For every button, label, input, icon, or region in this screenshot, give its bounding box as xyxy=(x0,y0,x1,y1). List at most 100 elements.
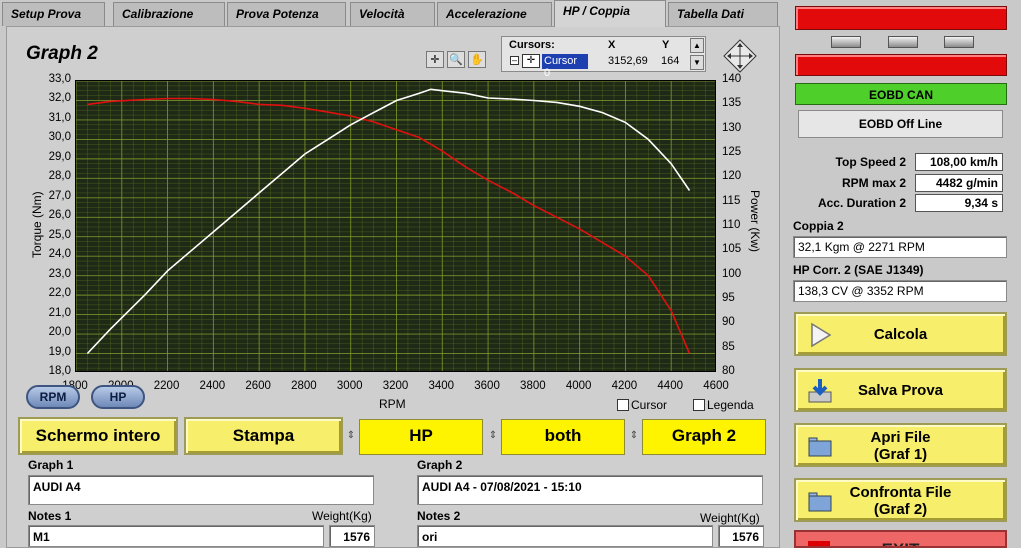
y-left-tick-label: 20,0 xyxy=(48,326,71,339)
exit-button[interactable]: EXIT xyxy=(794,530,1007,548)
y-left-tick-label: 29,0 xyxy=(48,150,71,163)
rpm-axis-button[interactable]: RPM xyxy=(26,385,80,409)
status-led-red-top xyxy=(795,6,1007,30)
y-right-tick-label: 135 xyxy=(722,97,742,110)
indicator-led xyxy=(831,36,861,48)
graph2-field[interactable]: AUDI A4 - 07/08/2021 - 15:10 xyxy=(417,475,763,505)
pan-hand-icon[interactable]: ✋ xyxy=(468,51,486,68)
tab-prova-potenza[interactable]: Prova Potenza xyxy=(227,2,346,26)
weight2-field[interactable]: 1576 xyxy=(718,525,764,547)
cursor-move-icon[interactable] xyxy=(722,38,758,74)
apri-file-sublabel: (Graf 1) xyxy=(873,446,928,463)
graph1-field[interactable]: AUDI A4 xyxy=(28,475,374,505)
tab-setup-prova[interactable]: Setup Prova xyxy=(2,2,105,26)
y-right-tick-label: 130 xyxy=(722,121,742,134)
y-left-tick-label: 22,0 xyxy=(48,287,71,300)
cursor-checkbox-label: Cursor xyxy=(631,398,668,412)
x-tick-label: 4200 xyxy=(611,380,638,392)
ring-arrows-icon[interactable]: ⇕ xyxy=(487,417,499,455)
calcola-label: Calcola xyxy=(873,326,928,343)
collapse-icon[interactable]: – xyxy=(510,56,519,65)
crosshair-tool-icon[interactable]: ✛ xyxy=(426,51,444,68)
legenda-checkbox[interactable]: Legenda xyxy=(693,398,754,412)
calcola-button[interactable]: Calcola xyxy=(794,312,1007,356)
y-left-tick-label: 28,0 xyxy=(48,170,71,183)
y-right-tick-label: 85 xyxy=(722,340,735,353)
tab-calibrazione[interactable]: Calibrazione xyxy=(113,2,225,26)
tab-accelerazione[interactable]: Accelerazione xyxy=(437,2,552,26)
eobd-can-indicator: EOBD CAN xyxy=(795,83,1007,105)
ring-arrows-icon[interactable]: ⇕ xyxy=(628,417,640,455)
x-tick-label: 2600 xyxy=(245,380,271,392)
y-right-tick-label: 90 xyxy=(722,316,735,329)
y-left-tick-label: 23,0 xyxy=(48,267,71,280)
graph1-label: Graph 1 xyxy=(28,458,74,472)
cursor-legend: Cursors: X Y – ✛ Cursor 0 3152,69 164 ▲ … xyxy=(501,36,706,79)
cursor-name[interactable]: Cursor 0 xyxy=(542,54,588,79)
notes2-label: Notes 2 xyxy=(417,509,461,523)
cursors-label: Cursors: xyxy=(509,39,555,51)
legenda-checkbox-label: Legenda xyxy=(707,398,754,412)
notes2-field[interactable]: ori xyxy=(417,525,713,547)
salva-prova-button[interactable]: Salva Prova xyxy=(794,368,1007,412)
y-left-tick-label: 33,0 xyxy=(48,73,71,85)
y-right-axis-label: Power (Kw) xyxy=(748,190,762,253)
graph2-label: Graph 2 xyxy=(417,458,463,472)
weight1-field[interactable]: 1576 xyxy=(329,525,375,547)
hp-corr-label: HP Corr. 2 (SAE J1349) xyxy=(793,263,924,277)
y-right-tick-label: 100 xyxy=(722,267,742,280)
tab-hp-coppia[interactable]: HP / Coppia xyxy=(554,0,666,27)
confronta-file-sublabel: (Graf 2) xyxy=(873,501,928,518)
top-speed-label: Top Speed 2 xyxy=(835,155,906,169)
hp-axis-button[interactable]: HP xyxy=(91,385,145,409)
cursor-x-value: 3152,69 xyxy=(608,55,648,67)
y-right-tick-label: 95 xyxy=(722,292,735,304)
confronta-file-button[interactable]: Confronta File (Graf 2) xyxy=(794,478,1007,522)
coppia-value: 32,1 Kgm @ 2271 RPM xyxy=(793,236,1007,258)
y-left-axis-label: Torque (Nm) xyxy=(30,191,44,258)
weight1-label: Weight(Kg) xyxy=(312,509,372,523)
print-button[interactable]: Stampa xyxy=(184,417,343,455)
plot-area[interactable] xyxy=(75,80,716,372)
scroll-down-icon[interactable]: ▼ xyxy=(690,55,704,70)
scroll-up-icon[interactable]: ▲ xyxy=(690,38,704,53)
fullscreen-button[interactable]: Schermo intero xyxy=(18,417,178,455)
ring-arrows-icon[interactable]: ⇕ xyxy=(345,417,357,455)
cursor-checkbox-box[interactable] xyxy=(617,399,629,411)
cursor-checkbox[interactable]: Cursor xyxy=(617,398,667,412)
x-tick-label: 3200 xyxy=(382,380,409,392)
y-left-tick-label: 18,0 xyxy=(48,365,71,377)
y-right-tick-label: 140 xyxy=(722,73,742,85)
status-led-red xyxy=(795,54,1007,76)
x-tick-label: 2800 xyxy=(291,380,317,392)
x-tick-label: 3400 xyxy=(428,380,455,392)
cursor-style-icon[interactable]: ✛ xyxy=(522,54,540,68)
x-tick-label: 3800 xyxy=(520,380,546,392)
cursor-y-value: 164 xyxy=(661,55,680,67)
indicator-led xyxy=(888,36,918,48)
acc-duration-value: 9,34 s xyxy=(915,194,1003,212)
y-left-tick-label: 30,0 xyxy=(48,131,71,144)
x-tick-label: 4600 xyxy=(703,380,729,392)
unit-selector[interactable]: HP xyxy=(359,419,483,455)
curve-selector[interactable]: both xyxy=(501,419,625,455)
tab-tabella-dati[interactable]: Tabella Dati xyxy=(668,2,778,26)
x-tick-label: 2400 xyxy=(199,380,226,392)
zoom-tool-icon[interactable]: 🔍 xyxy=(447,51,465,68)
chart-svg xyxy=(76,81,715,371)
graph-selector[interactable]: Graph 2 xyxy=(642,419,766,455)
apri-file-button[interactable]: Apri File (Graf 1) xyxy=(794,423,1007,467)
tab-velocita[interactable]: Velocità xyxy=(350,2,435,26)
y-right-tick-label: 80 xyxy=(722,365,735,377)
x-axis-label: RPM xyxy=(379,397,406,411)
rpm-max-value: 4482 g/min xyxy=(915,174,1003,192)
legenda-checkbox-box[interactable] xyxy=(693,399,705,411)
cursor-x-header: X xyxy=(608,39,616,51)
cursor-y-header: Y xyxy=(662,39,670,51)
notes1-field[interactable]: M1 xyxy=(28,525,324,547)
graph-title: Graph 2 xyxy=(26,43,98,64)
x-tick-label: 4400 xyxy=(657,380,683,392)
indicator-led xyxy=(944,36,974,48)
x-tick-label: 2200 xyxy=(153,380,180,392)
x-tick-label: 4000 xyxy=(565,380,592,392)
